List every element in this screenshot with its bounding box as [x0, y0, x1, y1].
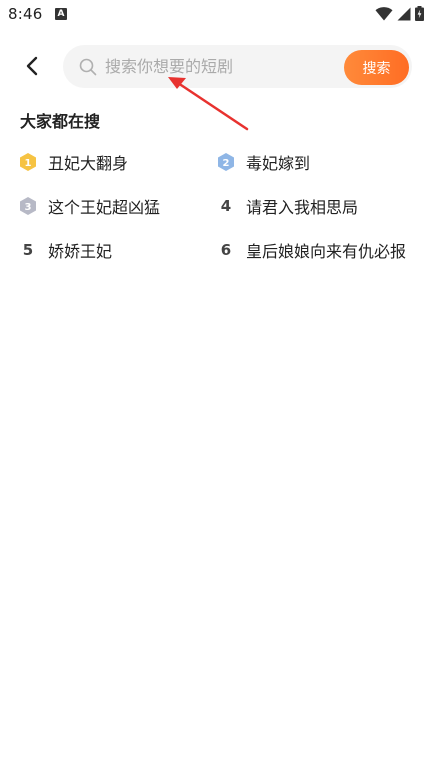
hot-search-title: 大家都在搜 — [20, 112, 101, 131]
search-button[interactable]: 搜索 — [344, 50, 409, 85]
hot-search-item-title: 毒妃嫁到 — [246, 154, 311, 173]
hot-search-item-title: 丑妃大翻身 — [48, 154, 129, 173]
back-button[interactable] — [18, 52, 46, 80]
battery-icon — [415, 6, 424, 21]
hot-search-item-5[interactable]: 5 娇娇王妃 — [18, 228, 112, 272]
status-time: 8:46 — [8, 5, 43, 23]
hot-search-item-title: 请君入我相思局 — [246, 198, 359, 217]
rank-badge-number: 2 — [223, 158, 230, 169]
rank-badge-gold-icon: 1 — [18, 152, 38, 172]
chevron-left-icon — [26, 56, 38, 76]
search-header: 搜索 — [0, 42, 432, 92]
rank-badge-silver-icon: 3 — [18, 196, 38, 216]
notification-app-letter: A — [57, 9, 65, 19]
hot-search-item-3[interactable]: 3 这个王妃超凶猛 — [18, 184, 160, 228]
status-bar: 8:46 A — [0, 0, 432, 30]
hot-search-item-title: 皇后娘娘向来有仇必报 — [246, 242, 406, 261]
hot-search-item-6[interactable]: 6 皇后娘娘向来有仇必报 — [216, 228, 406, 272]
search-icon — [79, 58, 97, 76]
search-box[interactable]: 搜索 — [63, 45, 412, 88]
rank-number: 4 — [220, 197, 232, 215]
hot-search-item-4[interactable]: 4 请君入我相思局 — [216, 184, 358, 228]
rank-number: 5 — [22, 241, 34, 259]
signal-icon — [397, 7, 411, 20]
notification-app-icon: A — [55, 8, 67, 20]
wifi-icon — [375, 6, 393, 20]
hot-search-item-title: 娇娇王妃 — [48, 242, 113, 261]
rank-badge-number: 1 — [25, 158, 32, 169]
rank-badge-blue-icon: 2 — [216, 152, 236, 172]
rank-badge-number: 3 — [25, 202, 32, 213]
search-input[interactable] — [105, 45, 335, 88]
status-icons — [375, 6, 424, 21]
hot-search-item-title: 这个王妃超凶猛 — [48, 198, 161, 217]
rank-number: 6 — [220, 241, 232, 259]
hot-search-item-2[interactable]: 2 毒妃嫁到 — [216, 140, 310, 184]
hot-search-item-1[interactable]: 1 丑妃大翻身 — [18, 140, 128, 184]
